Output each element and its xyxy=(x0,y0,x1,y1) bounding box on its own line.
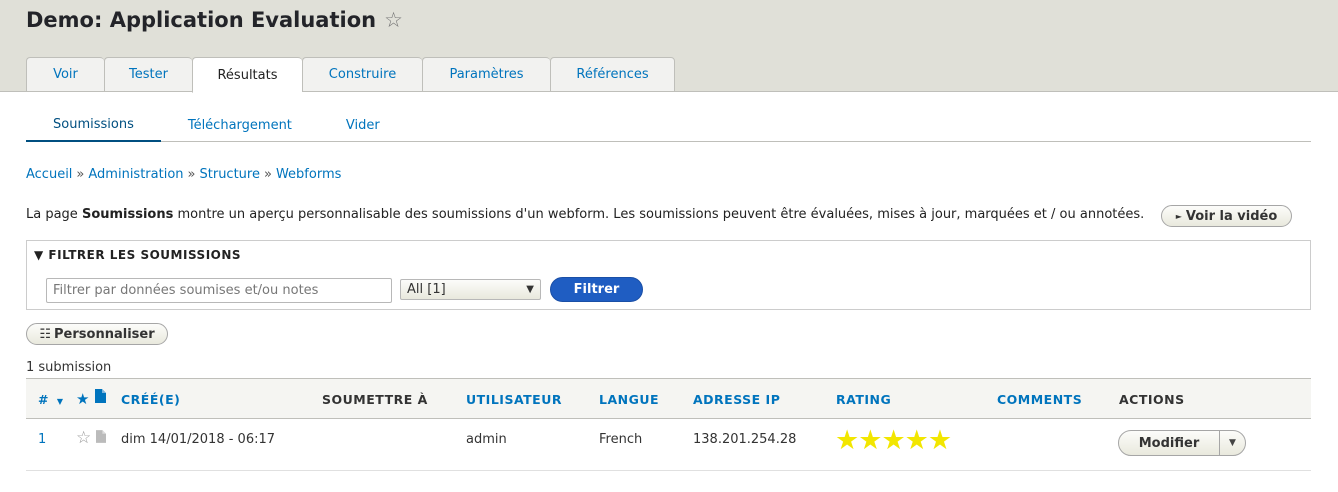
select-arrow-icon: ▼ xyxy=(526,284,534,295)
primary-tabs: Voir Tester Résultats Construire Paramèt… xyxy=(26,57,675,93)
breadcrumb: Accueil» Administration» Structure» Webform… xyxy=(26,167,341,182)
subtab-soumissions[interactable]: Soumissions xyxy=(26,108,161,142)
table-row: 1 ☆ dim 14/01/2018 - 06:17 admin French … xyxy=(26,419,1311,471)
customize-button[interactable]: ☷ Personnaliser xyxy=(26,323,168,345)
filter-button[interactable]: Filtrer xyxy=(550,277,643,302)
page-title-text: Demo: Application Evaluation xyxy=(26,8,377,32)
document-icon xyxy=(95,389,106,403)
subtab-telechargement[interactable]: Téléchargement xyxy=(161,108,319,142)
modify-dropbutton: Modifier ▼ xyxy=(1118,430,1246,456)
filter-search-input[interactable]: Filtrer par données soumises et/ou notes xyxy=(46,278,392,303)
row-rating-stars: ★ ★ ★ ★ ★ xyxy=(835,425,953,456)
breadcrumb-link-webforms[interactable]: Webforms xyxy=(276,167,341,182)
breadcrumb-link-structure[interactable]: Structure xyxy=(200,167,260,182)
page-title: Demo: Application Evaluation ☆ xyxy=(26,8,403,32)
header-locked[interactable] xyxy=(95,389,106,406)
tab-references[interactable]: Références xyxy=(550,57,675,92)
breadcrumb-link-accueil[interactable]: Accueil xyxy=(26,167,72,182)
submissions-table: # ▼ ★ CRÉÉ(E) SOUMETTRE À UTILISATEUR LA… xyxy=(26,378,1311,471)
secondary-tabs: Soumissions Téléchargement Vider xyxy=(26,108,1311,142)
breadcrumb-separator: » xyxy=(187,167,196,182)
rating-star-icon: ★ xyxy=(904,425,929,456)
tab-resultats[interactable]: Résultats xyxy=(192,57,302,93)
breadcrumb-separator: » xyxy=(263,167,272,182)
rating-star-icon: ★ xyxy=(835,425,860,456)
rating-star-icon: ★ xyxy=(927,425,953,456)
rating-star-icon: ★ xyxy=(858,425,883,456)
dropbutton-toggle[interactable]: ▼ xyxy=(1220,431,1245,455)
header-language[interactable]: LANGUE xyxy=(599,392,659,407)
tab-construire[interactable]: Construire xyxy=(302,57,422,92)
header-ip[interactable]: ADRESSE IP xyxy=(693,392,780,407)
header-num-label: # xyxy=(38,392,49,407)
watch-video-button[interactable]: ► Voir la vidéo xyxy=(1161,205,1292,227)
modify-button[interactable]: Modifier xyxy=(1119,431,1220,455)
subtab-vider[interactable]: Vider xyxy=(319,108,407,142)
star-outline-icon[interactable]: ☆ xyxy=(76,428,91,448)
header-user[interactable]: UTILISATEUR xyxy=(466,392,562,407)
intro-prefix: La page xyxy=(26,207,82,222)
header-num[interactable]: # ▼ xyxy=(38,392,64,407)
tab-tester[interactable]: Tester xyxy=(104,57,192,92)
tab-parametres[interactable]: Paramètres xyxy=(422,57,550,92)
caret-down-icon: ▼ xyxy=(34,248,44,262)
tab-voir[interactable]: Voir xyxy=(26,57,104,92)
row-user: admin xyxy=(466,432,507,447)
filter-fieldset: ▼ FILTRER LES SOUMISSIONS Filtrer par do… xyxy=(26,240,1311,310)
row-language: French xyxy=(599,432,643,447)
header-created[interactable]: CRÉÉ(E) xyxy=(121,392,180,407)
table-header: # ▼ ★ CRÉÉ(E) SOUMETTRE À UTILISATEUR LA… xyxy=(26,378,1311,419)
rating-star-icon: ★ xyxy=(881,425,906,456)
header-rating[interactable]: RATING xyxy=(836,392,891,407)
watch-video-label: Voir la vidéo xyxy=(1185,208,1278,224)
chevron-down-icon: ▼ xyxy=(1229,438,1236,448)
submission-count: 1 submission xyxy=(26,360,112,375)
breadcrumb-link-administration[interactable]: Administration xyxy=(88,167,183,182)
page-header: Demo: Application Evaluation ☆ Voir Test… xyxy=(0,0,1338,93)
intro-suffix: montre un aperçu personnalisable des sou… xyxy=(173,207,1145,222)
play-icon: ► xyxy=(1175,211,1182,221)
star-outline-icon[interactable]: ☆ xyxy=(384,8,403,32)
intro-strong: Soumissions xyxy=(81,207,174,222)
document-icon[interactable] xyxy=(96,430,106,447)
filter-state-select[interactable]: All [1] ▼ xyxy=(400,279,541,300)
row-number-link[interactable]: 1 xyxy=(38,432,46,447)
intro-text: La page Soumissions montre un aperçu per… xyxy=(26,207,1144,222)
header-actions: ACTIONS xyxy=(1119,392,1185,407)
customize-label: Personnaliser xyxy=(54,326,155,342)
sort-desc-icon: ▼ xyxy=(56,397,64,406)
star-filled-icon: ★ xyxy=(76,390,90,408)
header-comments[interactable]: COMMENTS xyxy=(997,392,1082,407)
filter-legend-label: FILTRER LES SOUMISSIONS xyxy=(48,248,242,262)
row-ip: 138.201.254.28 xyxy=(693,432,797,447)
filter-select-value: All [1] xyxy=(407,282,446,297)
list-icon: ☷ xyxy=(39,326,52,342)
header-submit-to: SOUMETTRE À xyxy=(322,392,428,407)
header-sticky[interactable]: ★ xyxy=(76,390,90,408)
breadcrumb-separator: » xyxy=(76,167,85,182)
filter-legend-toggle[interactable]: ▼ FILTRER LES SOUMISSIONS xyxy=(34,248,241,262)
row-created: dim 14/01/2018 - 06:17 xyxy=(121,432,276,447)
